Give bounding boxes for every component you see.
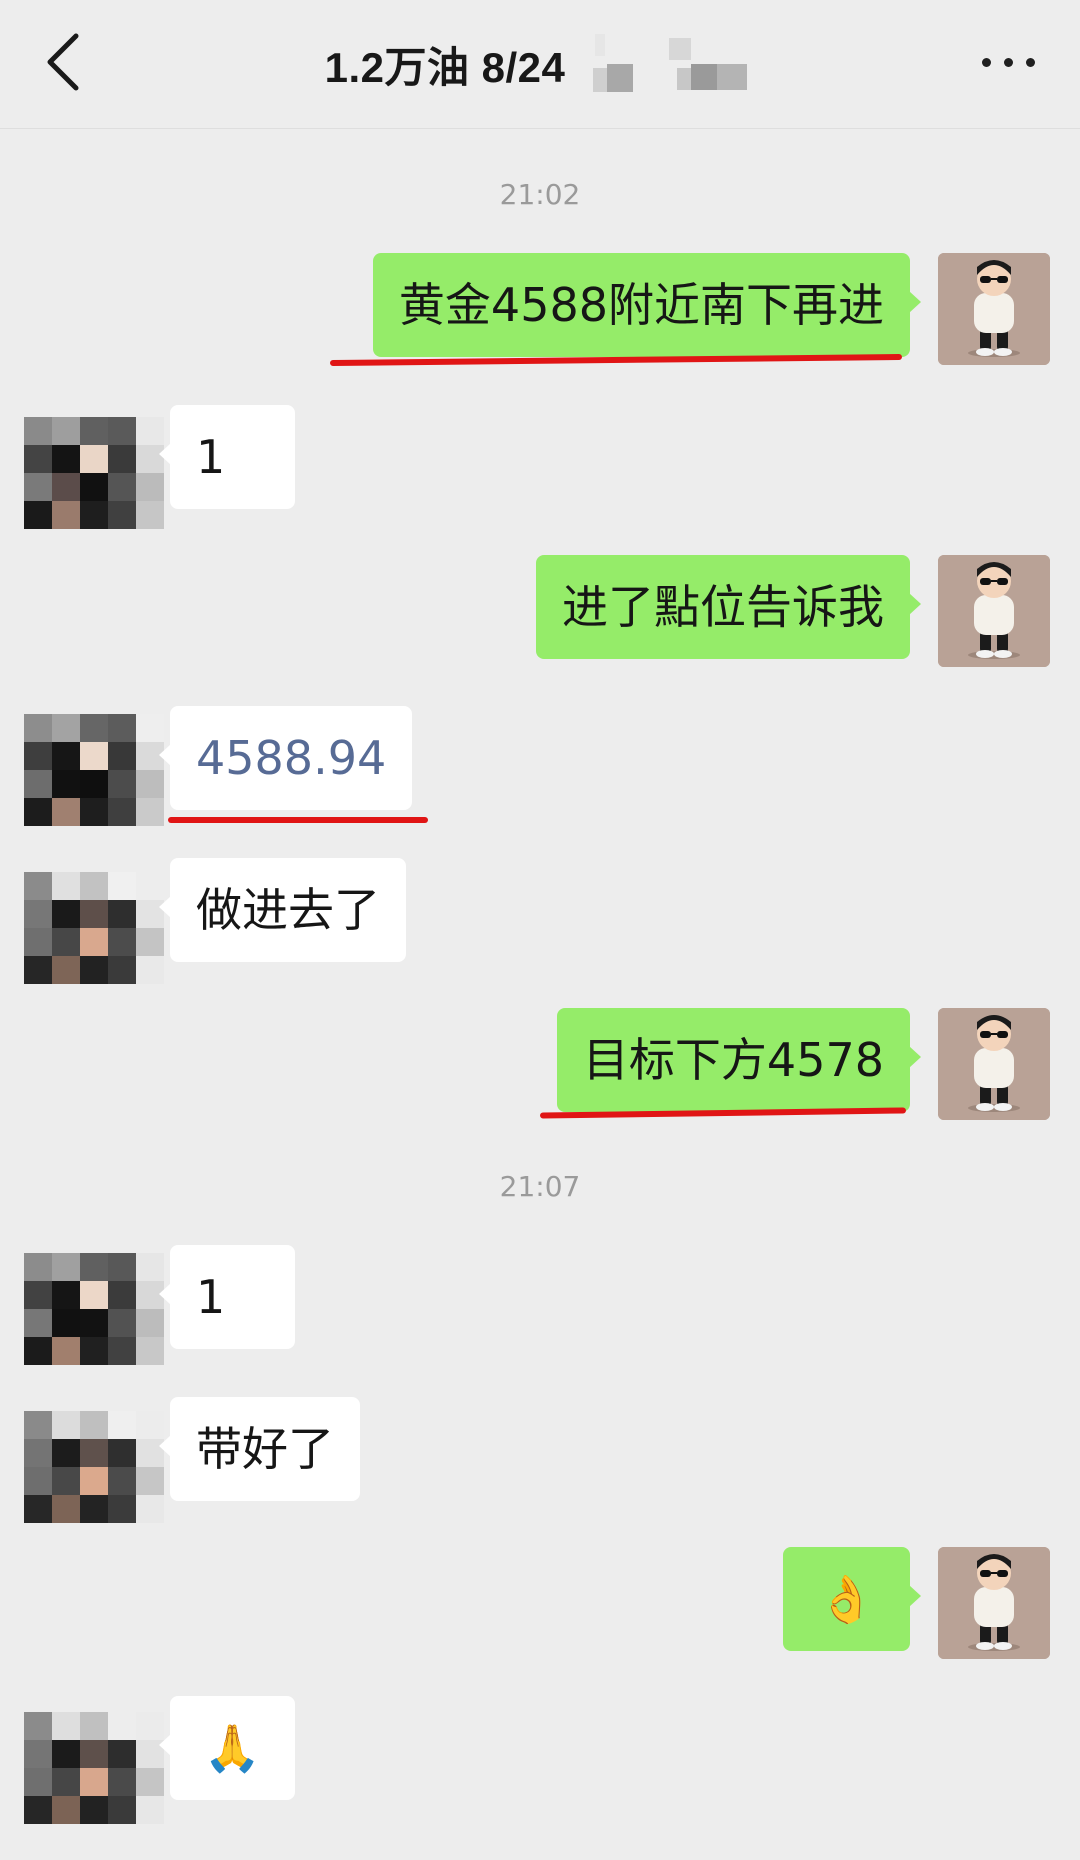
received-message-bubble[interactable]: 做进去了 — [159, 858, 406, 962]
timestamp: 21:07 — [499, 1170, 581, 1203]
contact-avatar-pixelated[interactable] — [24, 714, 164, 826]
cartoon-boy-avatar-icon — [938, 555, 1050, 667]
praying-hands-emoji: 🙏 — [203, 1721, 262, 1775]
my-avatar[interactable] — [938, 1547, 1050, 1659]
message-text: 目标下方4578 — [582, 1033, 884, 1087]
message-text: 1 — [196, 1270, 226, 1324]
my-avatar[interactable] — [938, 1008, 1050, 1120]
message-text: 1 — [196, 430, 226, 484]
censored-name-mosaic — [585, 34, 755, 94]
sent-message-bubble[interactable]: 目标下方4578 — [556, 1008, 922, 1112]
contact-avatar-pixelated[interactable] — [24, 1411, 164, 1523]
more-dots-icon[interactable] — [980, 52, 1040, 72]
sent-message-bubble[interactable]: 黄金4588附近南下再进 — [372, 253, 922, 357]
title-area: 1.2万油 8/24 — [0, 0, 1080, 128]
message-text: 黄金4588附近南下再进 — [398, 278, 884, 332]
received-message-bubble[interactable]: 1 — [159, 405, 295, 509]
cartoon-boy-avatar-icon — [938, 1547, 1050, 1659]
message-text: 带好了 — [196, 1422, 334, 1476]
sent-message-bubble[interactable]: 进了點位告诉我 — [536, 555, 921, 659]
my-avatar[interactable] — [938, 253, 1050, 365]
timestamp: 21:02 — [499, 178, 581, 211]
sent-message-bubble[interactable]: 👌 — [783, 1547, 921, 1651]
contact-avatar-pixelated[interactable] — [24, 417, 164, 529]
received-message-bubble[interactable]: 1 — [159, 1245, 295, 1349]
message-text: 进了點位告诉我 — [562, 580, 884, 634]
received-message-bubble[interactable]: 4588.94 — [158, 706, 413, 810]
received-message-bubble[interactable]: 🙏 — [159, 1696, 295, 1800]
my-avatar[interactable] — [938, 555, 1050, 667]
message-text: 做进去了 — [196, 883, 380, 937]
chat-header: 1.2万油 8/24 — [0, 0, 1080, 129]
cartoon-boy-avatar-icon — [938, 253, 1050, 365]
cartoon-boy-avatar-icon — [938, 1008, 1050, 1120]
red-underline-annotation — [168, 817, 428, 823]
contact-avatar-pixelated[interactable] — [24, 1712, 164, 1824]
received-message-bubble[interactable]: 带好了 — [159, 1397, 360, 1501]
price-link-text[interactable]: 4588.94 — [196, 731, 386, 785]
contact-avatar-pixelated[interactable] — [24, 872, 164, 984]
ok-hand-emoji: 👌 — [817, 1572, 876, 1626]
chat-title: 1.2万油 8/24 — [324, 43, 566, 91]
contact-avatar-pixelated[interactable] — [24, 1253, 164, 1365]
